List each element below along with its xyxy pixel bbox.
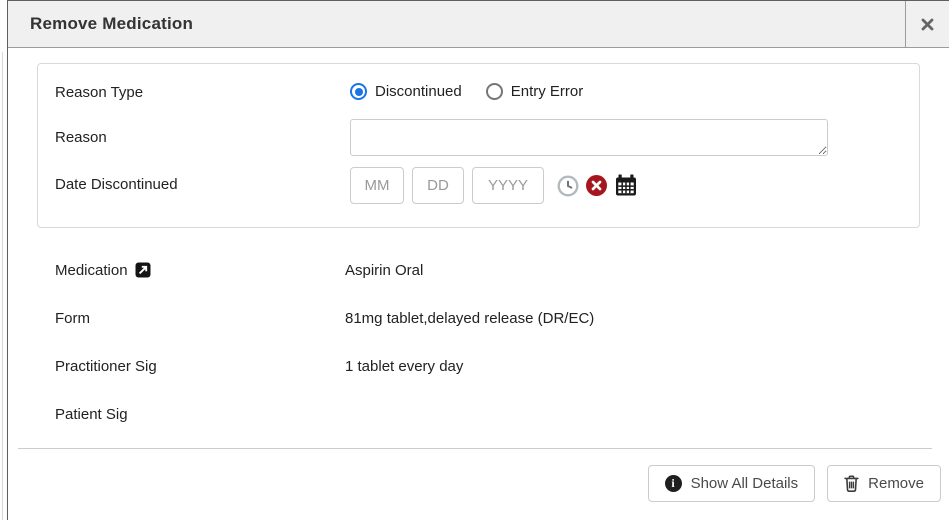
radio-option-entry-error[interactable]: Entry Error (486, 83, 584, 100)
footer-button-bar: i Show All Details Remove (648, 465, 941, 502)
footer-divider (18, 448, 932, 449)
radio-button-entry-error[interactable] (486, 83, 503, 100)
page-title: Remove Medication (8, 14, 905, 34)
medication-details-section: Medication Aspirin Oral Form 81mg tablet… (55, 246, 929, 438)
info-icon: i (665, 475, 682, 492)
detail-row-form: Form 81mg tablet,delayed release (DR/EC) (55, 294, 929, 342)
form-label: Form (55, 310, 345, 327)
radio-button-discontinued[interactable] (350, 83, 367, 100)
remove-label: Remove (868, 475, 924, 492)
reason-textarea[interactable] (350, 119, 828, 156)
month-input[interactable] (350, 167, 404, 204)
year-input[interactable] (472, 167, 544, 204)
reason-form-panel: Reason Type Discontinued Entry Error Rea… (37, 63, 920, 228)
trash-icon (844, 475, 859, 492)
show-all-details-button[interactable]: i Show All Details (648, 465, 816, 502)
set-current-time-button[interactable] (557, 175, 579, 197)
medication-label: Medication (55, 262, 128, 279)
medication-value: Aspirin Oral (345, 262, 423, 279)
radio-label-entry-error: Entry Error (511, 83, 584, 100)
clock-icon (557, 175, 579, 197)
day-input[interactable] (412, 167, 464, 204)
detail-row-patient-sig: Patient Sig (55, 390, 929, 438)
practitioner-sig-label: Practitioner Sig (55, 358, 345, 375)
close-icon (921, 18, 934, 31)
remove-button[interactable]: Remove (827, 465, 941, 502)
date-discontinued-label: Date Discontinued (55, 176, 178, 193)
date-icon-group (557, 174, 638, 197)
dialog-header: Remove Medication (8, 1, 949, 48)
practitioner-sig-value: 1 tablet every day (345, 358, 463, 375)
calendar-icon (614, 174, 638, 197)
reason-type-radio-group: Discontinued Entry Error (350, 83, 583, 100)
page-background-line (2, 52, 3, 520)
show-all-details-label: Show All Details (691, 475, 799, 492)
radio-option-discontinued[interactable]: Discontinued (350, 83, 462, 100)
detail-row-practitioner-sig: Practitioner Sig 1 tablet every day (55, 342, 929, 390)
external-link-icon[interactable] (135, 262, 151, 278)
clear-icon (586, 175, 607, 196)
page-background-edge (0, 0, 7, 520)
radio-label-discontinued: Discontinued (375, 83, 462, 100)
patient-sig-label: Patient Sig (55, 406, 345, 423)
date-discontinued-group (350, 167, 638, 204)
open-calendar-button[interactable] (614, 174, 638, 197)
reason-label: Reason (55, 129, 107, 146)
close-button[interactable] (905, 1, 949, 47)
detail-row-medication: Medication Aspirin Oral (55, 246, 929, 294)
remove-medication-dialog: Remove Medication Reason Type Discontinu… (7, 0, 949, 520)
clear-date-button[interactable] (586, 175, 607, 196)
reason-type-label: Reason Type (55, 84, 143, 101)
form-value: 81mg tablet,delayed release (DR/EC) (345, 310, 594, 327)
